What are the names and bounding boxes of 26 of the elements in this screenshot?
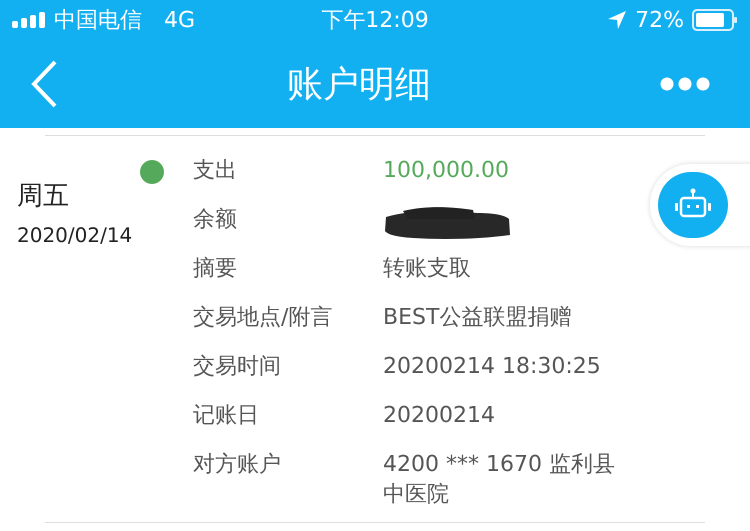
field-label: 余额 bbox=[193, 206, 238, 234]
carrier-name: 中国电信 bbox=[54, 7, 142, 35]
location-arrow-icon bbox=[607, 10, 628, 30]
field-label: 摘要 bbox=[193, 255, 238, 283]
field-label: 交易时间 bbox=[193, 353, 282, 381]
more-button[interactable] bbox=[660, 77, 710, 91]
page-title: 账户明细 bbox=[287, 62, 431, 106]
signal-icon bbox=[12, 12, 46, 28]
battery-icon bbox=[692, 9, 738, 31]
transaction-date: 2020/02/14 bbox=[17, 223, 132, 247]
weekday: 周五 bbox=[17, 180, 69, 213]
back-button[interactable] bbox=[30, 59, 58, 109]
field-label: 交易地点/附言 bbox=[193, 304, 334, 332]
field-value: 100,000.00 bbox=[383, 157, 510, 185]
field-label: 支出 bbox=[193, 157, 238, 185]
network-type: 4G bbox=[164, 8, 196, 32]
field-value: 20200214 bbox=[383, 402, 496, 430]
clock-time: 下午12:09 bbox=[321, 7, 429, 35]
field-value: 20200214 18:30:25 bbox=[383, 353, 602, 381]
field-value: 4200 *** 1670 监利县中医院 bbox=[383, 451, 616, 509]
field-value: 转账支取 bbox=[383, 255, 472, 283]
field-value: BEST公益联盟捐赠 bbox=[383, 304, 572, 332]
field-label: 对方账户 bbox=[193, 451, 282, 479]
robot-assistant-button[interactable] bbox=[658, 172, 728, 238]
battery-percent: 72% bbox=[635, 8, 684, 32]
field-label: 记账日 bbox=[193, 402, 260, 430]
